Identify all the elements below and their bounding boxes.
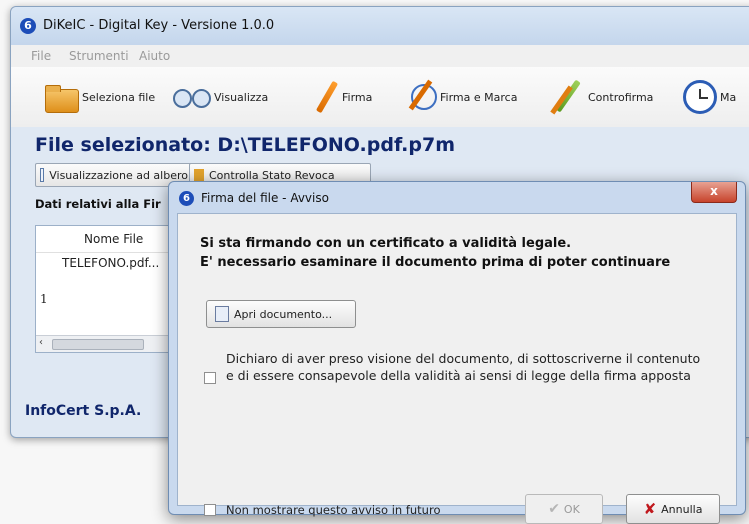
main-titlebar[interactable]: 6 DiKeIC - Digital Key - Versione 1.0.0 — [11, 7, 749, 45]
selected-file-heading: File selezionato: D:\TELEFONO.pdf.p7m — [35, 134, 456, 156]
declaration-checkbox[interactable] — [204, 372, 216, 384]
pen-icon — [313, 80, 339, 114]
open-document-button[interactable]: Apri documento... — [206, 300, 356, 328]
menu-strumenti[interactable]: Strumenti — [69, 49, 129, 63]
menu-file[interactable]: File — [31, 49, 51, 63]
sign-warning-dialog: 6 Firma del file - Avviso x Si sta firma… — [168, 181, 746, 524]
do-not-show-label: Non mostrare questo avviso in futuro — [226, 503, 441, 517]
grid-cell-file-name[interactable]: TELEFONO.pdf... — [62, 256, 159, 270]
timestamp-button[interactable]: Ma — [683, 77, 736, 117]
sign-label: Firma — [342, 90, 373, 104]
cancel-button[interactable]: ✘ Annulla — [626, 494, 720, 524]
check-revocation-label: Controlla Stato Revoca — [209, 168, 335, 182]
menu-aiuto[interactable]: Aiuto — [139, 49, 170, 63]
warning-line-1: Si sta firmando con un certificato a val… — [200, 236, 572, 251]
tree-view-icon — [40, 168, 45, 182]
glasses-icon — [171, 83, 211, 111]
folder-icon — [43, 83, 79, 113]
dialog-titlebar[interactable]: 6 Firma del file - Avviso x — [169, 182, 745, 212]
clock-icon — [683, 80, 717, 114]
toolbar: Seleziona file Visualizza Firma Firma e … — [11, 67, 749, 127]
sign-and-timestamp-label: Firma e Marca — [440, 90, 518, 104]
company-name: InfoCert S.p.A. — [25, 403, 142, 419]
grid-row-number: 1 — [40, 292, 48, 306]
do-not-show-checkbox[interactable] — [204, 504, 216, 516]
sign-and-timestamp-button[interactable]: Firma e Marca — [403, 77, 517, 117]
document-icon — [215, 306, 229, 322]
warning-line-2: E' necessario esaminare il documento pri… — [200, 255, 671, 270]
view-label: Visualizza — [214, 90, 269, 104]
countersign-label: Controfirma — [588, 90, 654, 104]
scroll-left-icon[interactable]: ‹ — [39, 337, 43, 348]
signature-data-label: Dati relativi alla Fir — [35, 197, 161, 211]
window-title: DiKeIC - Digital Key - Versione 1.0.0 — [43, 18, 275, 33]
double-pen-icon — [551, 80, 585, 114]
select-file-label: Seleziona file — [82, 90, 156, 104]
ok-button[interactable]: ✔ OK — [525, 494, 603, 524]
cancel-label: Annulla — [661, 502, 703, 516]
pen-clock-icon — [403, 80, 437, 114]
revocation-icon — [194, 169, 204, 181]
cancel-x-icon: ✘ — [643, 500, 657, 518]
menu-bar: File Strumenti Aiuto — [11, 45, 749, 68]
dialog-title: Firma del file - Avviso — [201, 191, 329, 205]
open-document-label: Apri documento... — [234, 307, 333, 321]
select-file-button[interactable]: Seleziona file — [43, 77, 155, 117]
view-button[interactable]: Visualizza — [171, 77, 268, 117]
tree-view-label: Visualizzazione ad albero — [49, 168, 188, 182]
declaration-text: Dichiaro di aver preso visione del docum… — [226, 351, 701, 383]
app-logo-icon: 6 — [20, 18, 36, 34]
check-icon: ✔ — [548, 501, 560, 517]
sign-button[interactable]: Firma — [313, 77, 372, 117]
dialog-body: Si sta firmando con un certificato a val… — [177, 213, 737, 524]
countersign-button[interactable]: Controfirma — [551, 77, 653, 117]
timestamp-label: Ma — [720, 90, 737, 104]
column-header-file-name[interactable]: Nome File — [84, 232, 143, 246]
ok-label: OK — [563, 502, 580, 516]
app-logo-icon: 6 — [179, 191, 194, 206]
scroll-thumb[interactable] — [52, 339, 144, 350]
close-button[interactable]: x — [691, 182, 737, 203]
